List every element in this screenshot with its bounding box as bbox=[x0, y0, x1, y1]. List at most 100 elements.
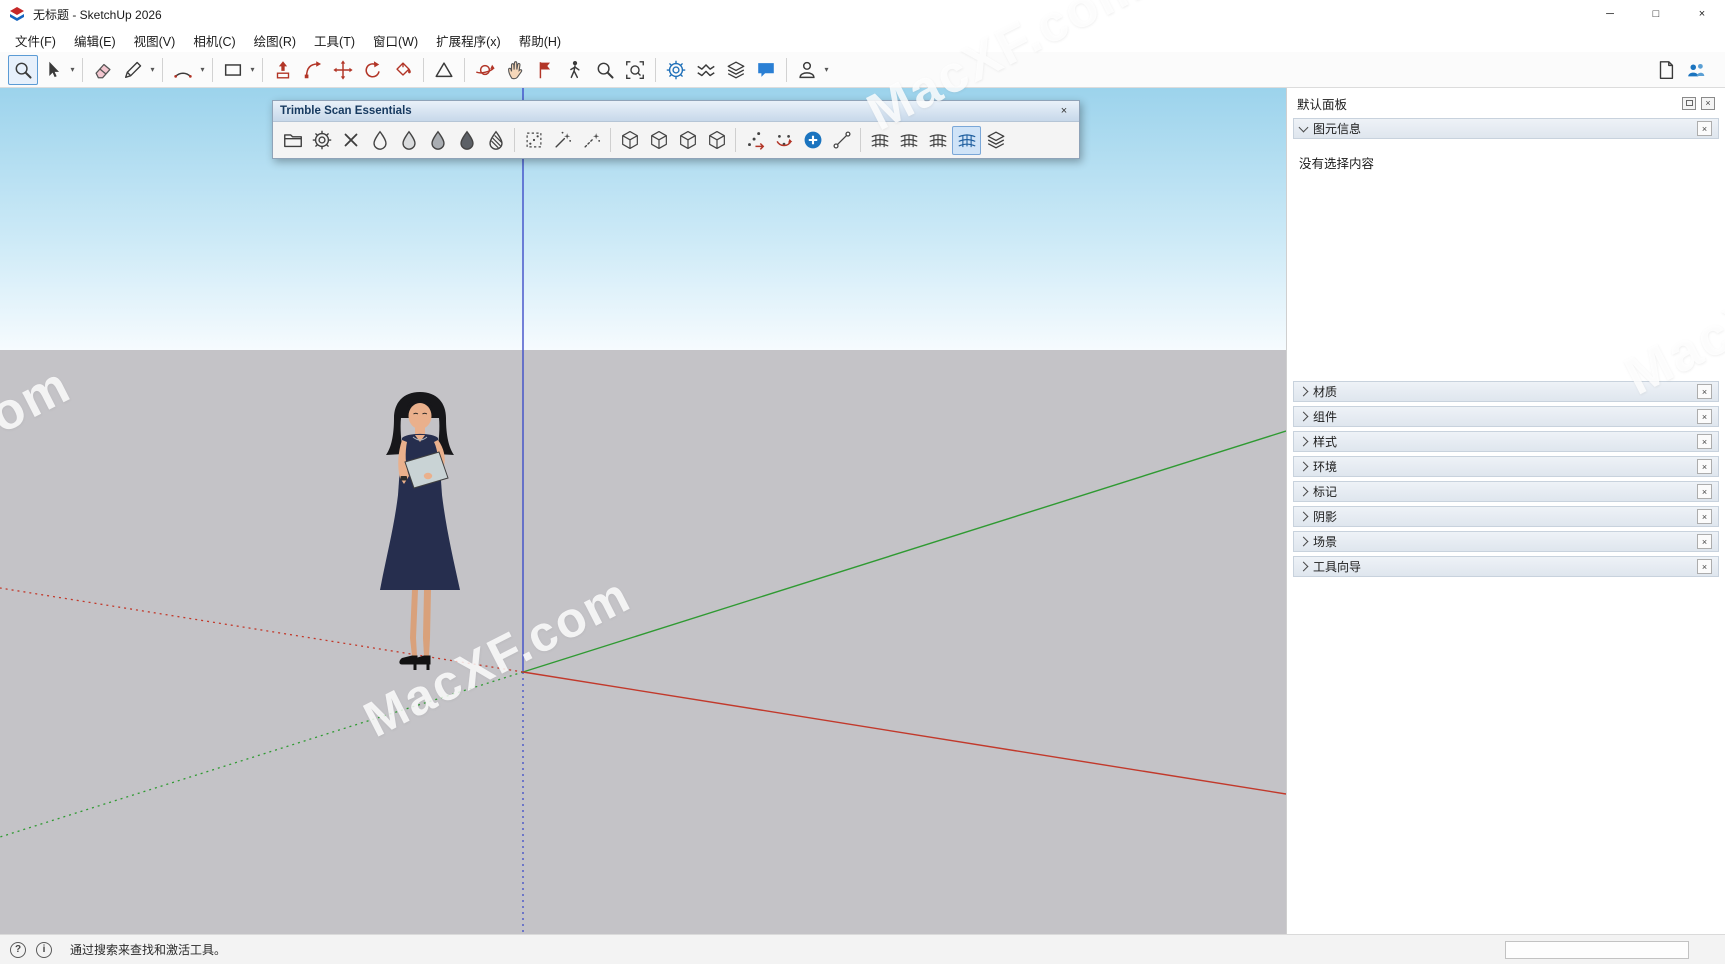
section-components-close-button[interactable]: × bbox=[1697, 409, 1712, 424]
followme-tool-button[interactable] bbox=[298, 55, 328, 85]
points-rotate-button[interactable] bbox=[769, 126, 798, 155]
section-shadows-close-button[interactable]: × bbox=[1697, 509, 1712, 524]
section-shadows[interactable]: 阴影 × bbox=[1293, 506, 1719, 527]
clip-box-button[interactable] bbox=[615, 126, 644, 155]
float-toolbar-separator bbox=[735, 128, 736, 152]
magic-deselect-button[interactable] bbox=[577, 126, 606, 155]
magic-select-button[interactable] bbox=[548, 126, 577, 155]
pan-tool-button[interactable] bbox=[500, 55, 530, 85]
menu-file[interactable]: 文件(F) bbox=[6, 28, 65, 53]
sign-in-dropdown-icon[interactable]: ▾ bbox=[822, 65, 831, 74]
walk-tool-button[interactable] bbox=[560, 55, 590, 85]
arc-tool-dropdown-icon[interactable]: ▾ bbox=[198, 65, 207, 74]
float-toolbar-titlebar[interactable]: Trimble Scan Essentials × bbox=[273, 101, 1079, 122]
zoom-extents-tool-button[interactable] bbox=[620, 55, 650, 85]
point-density-low-button[interactable] bbox=[394, 126, 423, 155]
section-instructor-close-button[interactable]: × bbox=[1697, 559, 1712, 574]
clip-box-section-button[interactable] bbox=[702, 126, 731, 155]
entity-info-section-header[interactable]: 图元信息 × bbox=[1293, 118, 1719, 139]
help-icon[interactable]: ? bbox=[10, 941, 26, 958]
section-instructor[interactable]: 工具向导 × bbox=[1293, 556, 1719, 577]
menu-extensions[interactable]: 扩展程序(x) bbox=[427, 28, 510, 53]
toolbar-separator bbox=[212, 57, 213, 82]
new-document-button[interactable] bbox=[1651, 55, 1681, 85]
mesh-layers-button[interactable] bbox=[981, 126, 1010, 155]
chevron-right-icon bbox=[1298, 436, 1309, 447]
section-materials-close-button[interactable]: × bbox=[1697, 384, 1712, 399]
points-move-button[interactable] bbox=[740, 126, 769, 155]
menu-view[interactable]: 视图(V) bbox=[125, 28, 185, 53]
arc-tool-button[interactable] bbox=[168, 55, 198, 85]
clip-box-outside-button[interactable] bbox=[673, 126, 702, 155]
menu-tools[interactable]: 工具(T) bbox=[305, 28, 364, 53]
paint-bucket-tool-button[interactable] bbox=[388, 55, 418, 85]
collaboration-button[interactable] bbox=[1681, 55, 1711, 85]
add-point-button[interactable] bbox=[798, 126, 827, 155]
entity-info-close-button[interactable]: × bbox=[1697, 121, 1712, 136]
menu-help[interactable]: 帮助(H) bbox=[510, 28, 570, 53]
rectangle-tool-dropdown-icon[interactable]: ▾ bbox=[248, 65, 257, 74]
eraser-tool-button[interactable] bbox=[88, 55, 118, 85]
point-selection-button[interactable] bbox=[519, 126, 548, 155]
section-environment-label: 环境 bbox=[1313, 460, 1338, 474]
scan-settings-button[interactable] bbox=[307, 126, 336, 155]
select-tool-button[interactable] bbox=[38, 55, 68, 85]
info-icon[interactable]: i bbox=[36, 941, 52, 958]
section-scenes[interactable]: 场景 × bbox=[1293, 531, 1719, 552]
feedback-chat-button[interactable] bbox=[751, 55, 781, 85]
main-area: Trimble Scan Essentials × 默认面板 × 图元信息 × … bbox=[0, 88, 1725, 934]
extension-settings-button[interactable] bbox=[661, 55, 691, 85]
mesh-terrain-button[interactable] bbox=[894, 126, 923, 155]
section-styles[interactable]: 样式 × bbox=[1293, 431, 1719, 452]
section-materials-label: 材质 bbox=[1313, 385, 1338, 399]
section-environment-close-button[interactable]: × bbox=[1697, 459, 1712, 474]
minimize-button[interactable]: ─ bbox=[1587, 0, 1633, 28]
sign-in-button[interactable] bbox=[792, 55, 822, 85]
point-density-empty-button[interactable] bbox=[365, 126, 394, 155]
pushpull-tool-button[interactable] bbox=[268, 55, 298, 85]
menu-edit[interactable]: 编辑(E) bbox=[65, 28, 125, 53]
point-density-medium-button[interactable] bbox=[423, 126, 452, 155]
mesh-generate-button[interactable] bbox=[952, 125, 981, 155]
section-tags-close-button[interactable]: × bbox=[1697, 484, 1712, 499]
point-density-high-button[interactable] bbox=[452, 126, 481, 155]
model-viewport[interactable]: Trimble Scan Essentials × bbox=[0, 88, 1286, 934]
scan-remove-button[interactable] bbox=[336, 126, 365, 155]
clip-box-inside-button[interactable] bbox=[644, 126, 673, 155]
section-tags[interactable]: 标记 × bbox=[1293, 481, 1719, 502]
move-tool-button[interactable] bbox=[328, 55, 358, 85]
section-scenes-close-button[interactable]: × bbox=[1697, 534, 1712, 549]
menu-camera[interactable]: 相机(C) bbox=[184, 28, 244, 53]
maximize-button[interactable]: □ bbox=[1633, 0, 1679, 28]
zoom-tool-button[interactable] bbox=[590, 55, 620, 85]
point-density-hatched-button[interactable] bbox=[481, 126, 510, 155]
mesh-flat-button[interactable] bbox=[865, 126, 894, 155]
panel-overlap-icon[interactable] bbox=[1682, 96, 1696, 110]
dimension-tool-button[interactable] bbox=[429, 55, 459, 85]
section-materials[interactable]: 材质 × bbox=[1293, 381, 1719, 402]
measurement-input[interactable] bbox=[1505, 941, 1689, 959]
section-shadows-label: 阴影 bbox=[1313, 510, 1338, 524]
point-to-point-button[interactable] bbox=[827, 126, 856, 155]
panel-close-icon[interactable]: × bbox=[1701, 96, 1715, 110]
extension-scan-button[interactable] bbox=[691, 55, 721, 85]
scan-open-folder-button[interactable] bbox=[278, 126, 307, 155]
menu-draw[interactable]: 绘图(R) bbox=[245, 28, 305, 53]
close-button[interactable]: × bbox=[1679, 0, 1725, 28]
section-styles-close-button[interactable]: × bbox=[1697, 434, 1712, 449]
position-camera-tool-button[interactable] bbox=[530, 55, 560, 85]
freehand-tool-dropdown-icon[interactable]: ▾ bbox=[148, 65, 157, 74]
mesh-surface-button[interactable] bbox=[923, 126, 952, 155]
select-tool-dropdown-icon[interactable]: ▾ bbox=[68, 65, 77, 74]
extension-layers-button[interactable] bbox=[721, 55, 751, 85]
orbit-tool-button[interactable] bbox=[470, 55, 500, 85]
section-environment[interactable]: 环境 × bbox=[1293, 456, 1719, 477]
rectangle-tool-button[interactable] bbox=[218, 55, 248, 85]
float-toolbar-close-button[interactable]: × bbox=[1056, 105, 1072, 117]
menu-window[interactable]: 窗口(W) bbox=[364, 28, 427, 53]
freehand-tool-button[interactable] bbox=[118, 55, 148, 85]
search-tool-button[interactable] bbox=[8, 54, 38, 85]
section-components[interactable]: 组件 × bbox=[1293, 406, 1719, 427]
statusbar: ? i 通过搜索来查找和激活工具。 bbox=[0, 934, 1725, 964]
rotate-tool-button[interactable] bbox=[358, 55, 388, 85]
